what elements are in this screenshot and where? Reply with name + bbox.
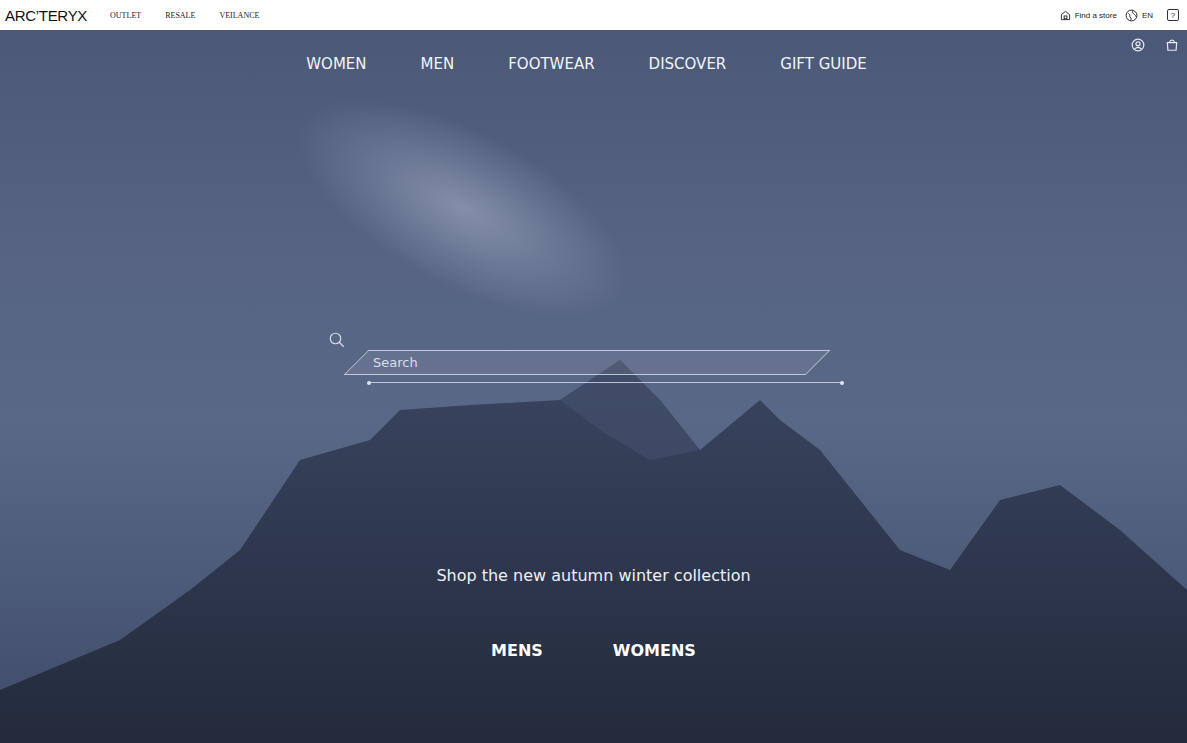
hero-banner: WOMEN MEN FOOTWEAR DISCOVER GIFT GUIDE Shop t… (0, 30, 1187, 743)
main-nav: WOMEN MEN FOOTWEAR DISCOVER GIFT GUIDE (306, 54, 866, 74)
search-input[interactable] (357, 355, 793, 370)
user-icon[interactable] (1131, 38, 1145, 52)
shop-link[interactable]: WOMENS (613, 641, 696, 661)
nav-item[interactable]: WOMEN (306, 54, 366, 74)
nav-item[interactable]: MEN (421, 54, 455, 74)
search-box (344, 350, 831, 375)
help-button[interactable]: ? (1167, 9, 1179, 21)
top-bar: ARC’TERYX OUTLET RESALE VEILANCE Find a stor… (0, 0, 1187, 30)
find-store-label: Find a store (1075, 11, 1117, 20)
utility-bar: Find a store EN? (1060, 9, 1179, 22)
nav-item[interactable]: FOOTWEAR (508, 54, 594, 74)
top-link[interactable]: VEILANCE (219, 11, 259, 20)
find-store-link[interactable]: Find a store (1060, 10, 1117, 21)
top-link[interactable]: OUTLET (110, 11, 141, 20)
bag-icon[interactable] (1165, 38, 1179, 52)
search-underline (369, 382, 842, 383)
search-field (334, 350, 844, 383)
brand-logo[interactable]: ARC’TERYX (5, 7, 87, 24)
account-icons (1131, 38, 1179, 52)
top-link[interactable]: RESALE (165, 11, 195, 20)
store-icon (1060, 10, 1071, 21)
nav-item[interactable]: GIFT GUIDE (780, 54, 866, 74)
hero-links: MENS WOMENS (491, 641, 696, 661)
hero-photo (0, 30, 1187, 743)
top-links: OUTLET RESALE VEILANCE (110, 11, 259, 20)
hero-caption: Shop the new autumn winter collection (436, 565, 750, 587)
hero-content: WOMENMENFOOTWEARDISCOVERGIFT GUIDEShop t… (320, 30, 866, 661)
shop-link[interactable]: MENS (491, 641, 543, 661)
top-bar-left: ARC’TERYX OUTLET RESALE VEILANCE (5, 7, 259, 24)
nav-item[interactable]: DISCOVER (649, 54, 727, 74)
globe-icon (1125, 9, 1138, 22)
language-label: EN (1142, 11, 1153, 20)
search-icon (328, 331, 346, 349)
language-selector[interactable]: EN (1125, 9, 1153, 22)
